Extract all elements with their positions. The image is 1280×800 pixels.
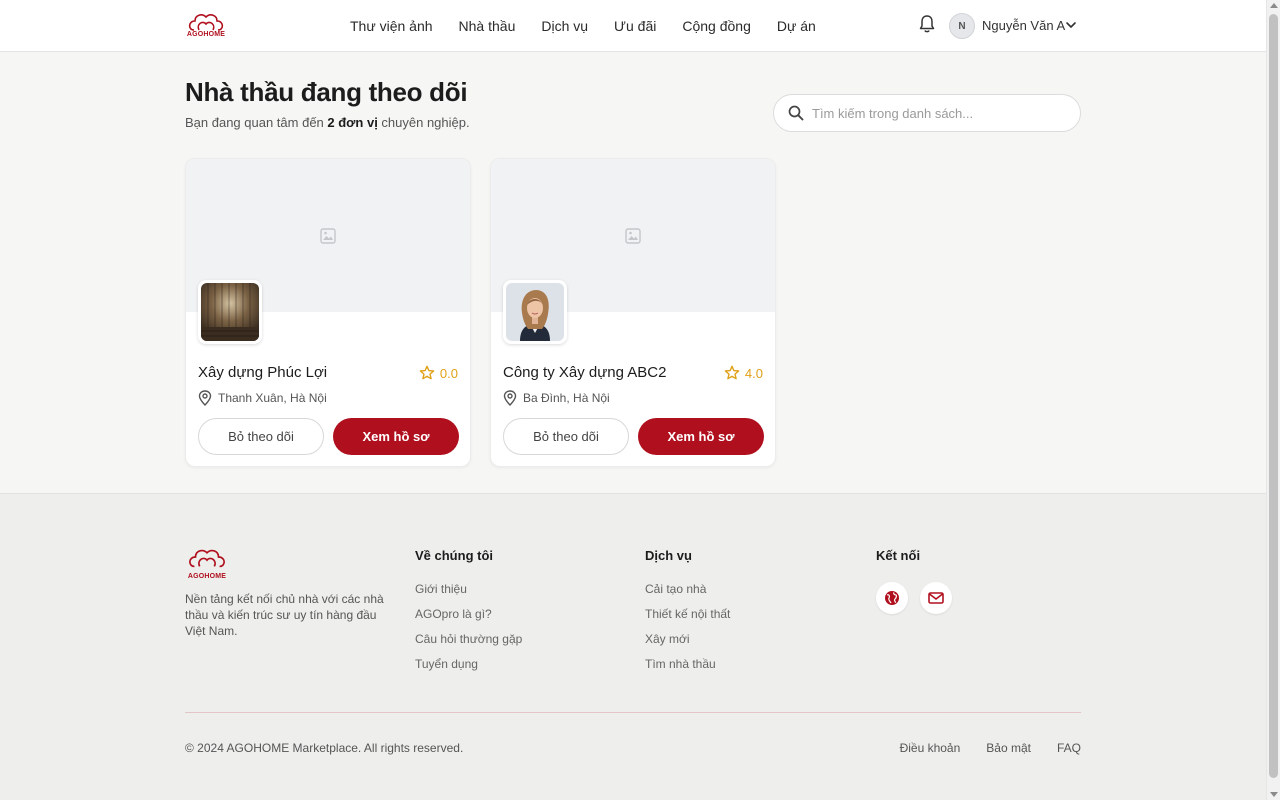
user-name[interactable]: Nguyễn Văn A bbox=[982, 18, 1065, 33]
contractor-location: Thanh Xuân, Hà Nội bbox=[198, 390, 327, 406]
scroll-up-arrow-icon[interactable] bbox=[1270, 3, 1278, 8]
footer-column-about: Về chúng tôi Giới thiệu AGOpro là gì? Câ… bbox=[415, 548, 522, 682]
footer-link-faq[interactable]: Câu hỏi thường gặp bbox=[415, 632, 522, 647]
logo-mark-icon bbox=[188, 14, 224, 31]
footer-column-services: Dịch vụ Cải tạo nhà Thiết kế nội thất Xâ… bbox=[645, 548, 730, 682]
contractor-name[interactable]: Xây dựng Phúc Lợi bbox=[198, 364, 327, 381]
footer-logo[interactable]: AGOHOME bbox=[185, 545, 229, 580]
globe-icon-glyph bbox=[885, 591, 899, 605]
top-header: AGOHOME Thư viện ảnh Nhà thầu Dịch vụ Ưu… bbox=[0, 0, 1266, 52]
footer-column-title: Dịch vụ bbox=[645, 548, 692, 563]
chevron-down-icon[interactable] bbox=[1065, 19, 1077, 31]
footer-link-intro[interactable]: Giới thiệu bbox=[415, 582, 522, 597]
avatar[interactable]: N bbox=[949, 13, 975, 39]
contractor-avatar[interactable] bbox=[503, 280, 567, 344]
wood-wall-image-icon bbox=[201, 283, 259, 341]
footer-link-privacy[interactable]: Bảo mật bbox=[986, 741, 1031, 755]
location-text: Ba Đình, Hà Nội bbox=[523, 391, 610, 405]
scroll-down-arrow-icon[interactable] bbox=[1270, 792, 1278, 797]
footer-link-careers[interactable]: Tuyển dụng bbox=[415, 657, 522, 672]
page-title: Nhà thầu đang theo dõi bbox=[185, 77, 468, 107]
footer-link-faq-bottom[interactable]: FAQ bbox=[1057, 741, 1081, 755]
subtitle-prefix: Bạn đang quan tâm đến bbox=[185, 115, 328, 130]
nav-item-deals[interactable]: Ưu đãi bbox=[614, 18, 656, 34]
bell-icon[interactable] bbox=[918, 14, 936, 34]
contractor-name[interactable]: Công ty Xây dựng ABC2 bbox=[503, 364, 666, 381]
footer-link-find-contractor[interactable]: Tìm nhà thầu bbox=[645, 657, 730, 672]
footer-link-agopro[interactable]: AGOpro là gì? bbox=[415, 607, 522, 622]
logo-text: AGOHOME bbox=[187, 573, 227, 580]
unfollow-button[interactable]: Bỏ theo dõi bbox=[198, 418, 324, 455]
footer-divider bbox=[185, 712, 1081, 713]
footer-link-terms[interactable]: Điều khoản bbox=[900, 741, 961, 755]
main-nav: Thư viện ảnh Nhà thầu Dịch vụ Ưu đãi Cộn… bbox=[350, 0, 816, 52]
star-icon bbox=[419, 365, 435, 380]
contractor-avatar[interactable] bbox=[198, 280, 262, 344]
page-subtitle: Bạn đang quan tâm đến 2 đơn vị chuyên ng… bbox=[185, 115, 470, 130]
nav-item-contractors[interactable]: Nhà thầu bbox=[459, 18, 516, 34]
scrollbar-thumb[interactable] bbox=[1269, 14, 1278, 778]
star-icon bbox=[724, 365, 740, 380]
unfollow-button[interactable]: Bỏ theo dõi bbox=[503, 418, 629, 455]
search-box[interactable] bbox=[773, 94, 1081, 132]
footer-column-title: Về chúng tôi bbox=[415, 548, 493, 563]
nav-item-projects[interactable]: Dự án bbox=[777, 18, 816, 34]
nav-item-gallery[interactable]: Thư viện ảnh bbox=[350, 18, 433, 34]
rating-value: 0.0 bbox=[439, 365, 458, 381]
footer-description: Nền tảng kết nối chủ nhà với các nhà thầ… bbox=[185, 592, 384, 638]
contractor-location: Ba Đình, Hà Nội bbox=[503, 390, 610, 406]
contractor-card: Công ty Xây dựng ABC2 4.0 Ba Đình, Hà Nộ… bbox=[490, 158, 776, 467]
footer-legal-links: Điều khoản Bảo mật FAQ bbox=[900, 741, 1081, 755]
search-icon bbox=[788, 105, 804, 121]
rating-value: 4.0 bbox=[744, 365, 763, 381]
mail-icon-glyph bbox=[928, 592, 944, 604]
image-placeholder-icon bbox=[320, 228, 336, 244]
rating: 4.0 bbox=[724, 365, 763, 381]
footer-link-interior-design[interactable]: Thiết kế nội thất bbox=[645, 607, 730, 622]
view-profile-button[interactable]: Xem hồ sơ bbox=[333, 418, 459, 455]
followed-count: 2 đơn vị bbox=[327, 115, 378, 130]
mail-icon[interactable] bbox=[920, 582, 952, 614]
globe-icon[interactable] bbox=[876, 582, 908, 614]
search-input[interactable] bbox=[812, 105, 1062, 121]
social-links bbox=[876, 582, 952, 614]
nav-item-services[interactable]: Dịch vụ bbox=[541, 18, 588, 34]
logo-mark-icon bbox=[189, 549, 225, 568]
map-pin-icon bbox=[198, 390, 212, 406]
subtitle-suffix: chuyên nghiệp. bbox=[377, 115, 470, 130]
agohome-logo[interactable]: AGOHOME bbox=[185, 10, 227, 42]
footer-link-new-build[interactable]: Xây mới bbox=[645, 632, 730, 647]
image-placeholder-icon bbox=[625, 228, 641, 244]
view-profile-button[interactable]: Xem hồ sơ bbox=[638, 418, 764, 455]
logo-text: AGOHOME bbox=[186, 31, 226, 38]
contractor-card: Xây dựng Phúc Lợi 0.0 Thanh Xuân, Hà Nội… bbox=[185, 158, 471, 467]
nav-item-community[interactable]: Cộng đồng bbox=[682, 18, 751, 34]
vertical-scrollbar[interactable] bbox=[1266, 0, 1280, 800]
footer-column-connect: Kết nối bbox=[876, 548, 952, 614]
location-text: Thanh Xuân, Hà Nội bbox=[218, 391, 327, 405]
site-footer: AGOHOME Nền tảng kết nối chủ nhà với các… bbox=[0, 493, 1266, 800]
rating: 0.0 bbox=[419, 365, 458, 381]
copyright: © 2024 AGOHOME Marketplace. All rights r… bbox=[185, 741, 464, 755]
person-photo-icon bbox=[506, 283, 564, 341]
footer-column-title: Kết nối bbox=[876, 548, 921, 563]
footer-link-renovation[interactable]: Cải tạo nhà bbox=[645, 582, 730, 597]
map-pin-icon bbox=[503, 390, 517, 406]
